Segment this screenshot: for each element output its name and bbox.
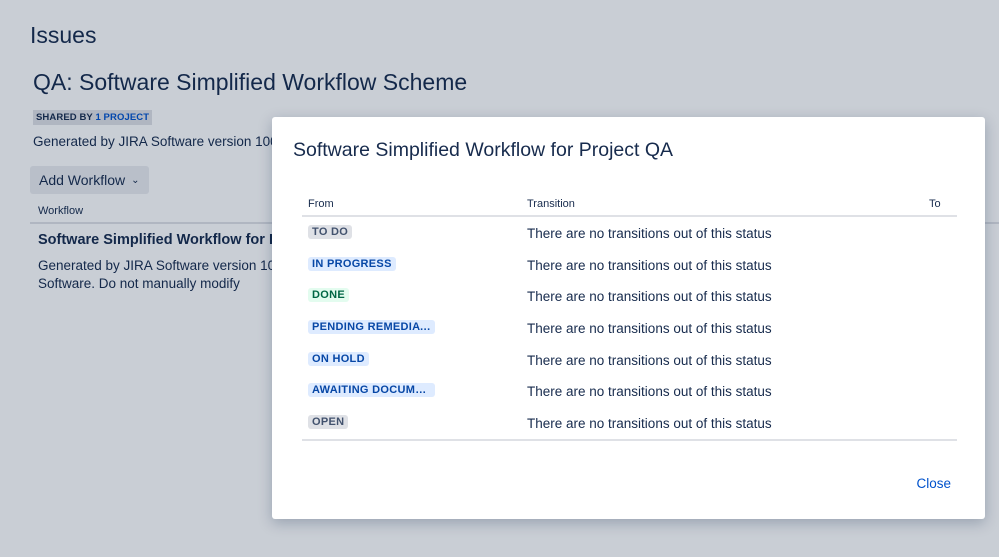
dialog-title: Software Simplified Workflow for Project… <box>293 139 674 161</box>
transition-cell: There are no transitions out of this sta… <box>527 257 772 273</box>
column-header-from: From <box>308 198 334 210</box>
transition-cell: There are no transitions out of this sta… <box>527 352 772 368</box>
transition-cell: There are no transitions out of this sta… <box>527 226 772 241</box>
table-row: TO DO There are no transitions out of th… <box>302 217 957 249</box>
status-lozenge: ON HOLD <box>308 351 369 366</box>
table-row: OPEN There are no transitions out of thi… <box>302 407 957 441</box>
table-row: IN PROGRESS There are no transitions out… <box>302 249 957 281</box>
table-row: AWAITING DOCUME… There are no transition… <box>302 375 957 407</box>
transition-cell: There are no transitions out of this sta… <box>527 384 772 400</box>
transition-cell: There are no transitions out of this sta… <box>527 321 772 337</box>
table-row: PENDING REMEDIATI… There are no transiti… <box>302 312 957 344</box>
table-row: ON HOLD There are no transitions out of … <box>302 344 957 376</box>
status-lozenge: IN PROGRESS <box>308 256 396 271</box>
column-header-to: To <box>929 198 941 210</box>
status-lozenge: OPEN <box>308 415 349 430</box>
status-lozenge: AWAITING DOCUME… <box>308 383 435 398</box>
transition-cell: There are no transitions out of this sta… <box>527 289 772 305</box>
transition-cell: There are no transitions out of this sta… <box>527 416 772 432</box>
transitions-table-header: From Transition To <box>302 191 957 217</box>
workflow-transitions-dialog: Software Simplified Workflow for Project… <box>272 117 985 519</box>
transitions-table: From Transition To TO DO There are no tr… <box>302 191 957 441</box>
column-header-transition: Transition <box>527 198 575 210</box>
close-button[interactable]: Close <box>916 476 951 491</box>
table-row: DONE There are no transitions out of thi… <box>302 280 957 312</box>
status-lozenge: PENDING REMEDIATI… <box>308 320 435 335</box>
status-lozenge: DONE <box>308 288 349 303</box>
status-lozenge: TO DO <box>308 225 353 239</box>
